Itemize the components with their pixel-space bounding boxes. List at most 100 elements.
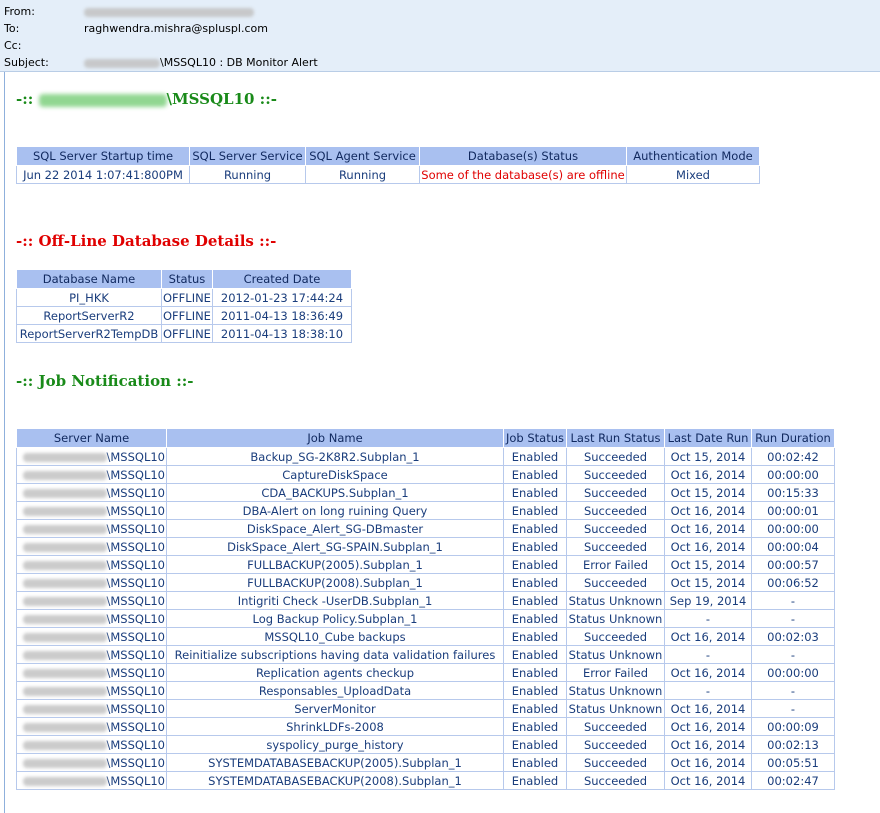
run-duration: - bbox=[751, 699, 835, 718]
subject-text: \MSSQL10 : DB Monitor Alert bbox=[160, 56, 318, 69]
server-name: \MSSQL10 bbox=[16, 717, 167, 736]
last-run-status: Succeeded bbox=[566, 483, 665, 502]
server-instance: \MSSQL10 bbox=[106, 755, 166, 770]
redacted-server-name bbox=[22, 578, 107, 588]
server-instance: \MSSQL10 bbox=[106, 647, 166, 662]
server-name: \MSSQL10 bbox=[16, 447, 167, 466]
job-name: DiskSpace_Alert_SG-SPAIN.Subplan_1 bbox=[166, 537, 504, 556]
startup-time: Jun 22 2014 1:07:41:800PM bbox=[16, 165, 190, 184]
job-name: SYSTEMDATABASEBACKUP(2005).Subplan_1 bbox=[166, 753, 504, 772]
run-duration: 00:00:04 bbox=[751, 537, 835, 556]
created-date: 2011-04-13 18:36:49 bbox=[211, 306, 352, 325]
last-run-status: Succeeded bbox=[566, 735, 665, 754]
redacted-server-name bbox=[84, 58, 160, 68]
server-name: \MSSQL10 bbox=[16, 735, 167, 754]
job-name: DBA-Alert on long ruining Query bbox=[166, 501, 504, 520]
server-instance: \MSSQL10 bbox=[106, 611, 166, 626]
job-name: syspolicy_purge_history bbox=[166, 735, 504, 754]
redacted-server-name bbox=[22, 470, 107, 480]
redacted-server-name bbox=[22, 542, 107, 552]
job-name: DiskSpace_Alert_SG-DBmaster bbox=[166, 519, 504, 538]
server-instance: \MSSQL10 bbox=[106, 593, 166, 608]
table-row: \MSSQL10 Intigriti Check -UserDB.Subplan_… bbox=[16, 591, 835, 610]
last-date-run: Oct 16, 2014 bbox=[664, 627, 752, 646]
run-duration: 00:00:00 bbox=[751, 519, 835, 538]
table-header-row: Server Name Job Name Job Status Last Run… bbox=[16, 428, 835, 448]
redacted-server-name bbox=[22, 686, 107, 696]
table-header-row: Database Name Status Created Date bbox=[16, 269, 352, 289]
server-instance: \MSSQL10 bbox=[106, 485, 166, 500]
job-heading: -:: Job Notification ::- bbox=[16, 372, 194, 390]
last-date-run: Oct 16, 2014 bbox=[664, 465, 752, 484]
redacted-server-name bbox=[22, 650, 107, 660]
job-name: CaptureDiskSpace bbox=[166, 465, 504, 484]
job-name: ServerMonitor bbox=[166, 699, 504, 718]
from-label: From: bbox=[4, 5, 35, 18]
redacted-server-name bbox=[22, 668, 107, 678]
column-header: Created Date bbox=[211, 269, 352, 289]
server-heading-instance: \MSSQL10 bbox=[166, 90, 255, 108]
column-header: Database(s) Status bbox=[419, 146, 627, 166]
server-name: \MSSQL10 bbox=[16, 591, 167, 610]
server-name: \MSSQL10 bbox=[16, 555, 167, 574]
table-row: \MSSQL10 DiskSpace_Alert_SG-SPAIN.Subplan… bbox=[16, 537, 835, 556]
server-status-table: SQL Server Startup time SQL Server Servi… bbox=[16, 146, 760, 184]
column-header: Last Run Status bbox=[566, 428, 665, 448]
redacted-server-name bbox=[38, 93, 167, 107]
redacted-server-name bbox=[22, 776, 107, 786]
last-date-run: Oct 16, 2014 bbox=[664, 537, 752, 556]
job-status: Enabled bbox=[503, 447, 567, 466]
to-address[interactable]: raghwendra.mishra@spluspl.com bbox=[84, 22, 268, 35]
table-row: \MSSQL10 Reinitialize subscriptions havin… bbox=[16, 645, 835, 664]
database-status: OFFLINE bbox=[161, 324, 213, 343]
column-header: Run Duration bbox=[751, 428, 835, 448]
last-run-status: Succeeded bbox=[566, 627, 665, 646]
server-name: \MSSQL10 bbox=[16, 771, 167, 790]
job-name: Responsables_UploadData bbox=[166, 681, 504, 700]
job-status: Enabled bbox=[503, 627, 567, 646]
column-header: SQL Agent Service bbox=[305, 146, 420, 166]
column-header: Database Name bbox=[16, 269, 162, 289]
last-run-status: Succeeded bbox=[566, 717, 665, 736]
server-name: \MSSQL10 bbox=[16, 753, 167, 772]
server-instance: \MSSQL10 bbox=[106, 557, 166, 572]
job-status: Enabled bbox=[503, 753, 567, 772]
run-duration: 00:00:01 bbox=[751, 501, 835, 520]
server-name: \MSSQL10 bbox=[16, 627, 167, 646]
database-name: PI_HKK bbox=[16, 288, 162, 307]
job-status: Enabled bbox=[503, 519, 567, 538]
job-name: Intigriti Check -UserDB.Subplan_1 bbox=[166, 591, 504, 610]
cc-row: Cc: bbox=[4, 38, 84, 53]
offline-heading: -:: Off-Line Database Details ::- bbox=[16, 232, 277, 250]
last-date-run: Oct 16, 2014 bbox=[664, 771, 752, 790]
job-status: Enabled bbox=[503, 717, 567, 736]
last-run-status: Succeeded bbox=[566, 537, 665, 556]
last-date-run: Oct 16, 2014 bbox=[664, 699, 752, 718]
run-duration: 00:06:52 bbox=[751, 573, 835, 592]
table-header-row: SQL Server Startup time SQL Server Servi… bbox=[16, 146, 760, 166]
server-instance: \MSSQL10 bbox=[106, 503, 166, 518]
last-date-run: Oct 15, 2014 bbox=[664, 555, 752, 574]
table-row: \MSSQL10 CaptureDiskSpace Enabled Succeeded… bbox=[16, 465, 835, 484]
run-duration: - bbox=[751, 609, 835, 628]
last-run-status: Error Failed bbox=[566, 663, 665, 682]
job-notification-table: Server Name Job Name Job Status Last Run… bbox=[16, 428, 835, 790]
table-row: \MSSQL10 FULLBACKUP(2005).Subplan_1 Enable… bbox=[16, 555, 835, 574]
last-date-run: Sep 19, 2014 bbox=[664, 591, 752, 610]
last-date-run: Oct 16, 2014 bbox=[664, 717, 752, 736]
table-row: \MSSQL10 MSSQL10_Cube backups Enabled Succe… bbox=[16, 627, 835, 646]
last-run-status: Succeeded bbox=[566, 501, 665, 520]
server-name: \MSSQL10 bbox=[16, 501, 167, 520]
last-date-run: - bbox=[664, 681, 752, 700]
redacted-server-name bbox=[22, 596, 107, 606]
column-header: Last Date Run bbox=[664, 428, 752, 448]
database-name: ReportServerR2 bbox=[16, 306, 162, 325]
server-instance: \MSSQL10 bbox=[106, 683, 166, 698]
created-date: 2011-04-13 18:38:10 bbox=[211, 324, 352, 343]
last-run-status: Status Unknown bbox=[566, 681, 665, 700]
server-name: \MSSQL10 bbox=[16, 609, 167, 628]
last-date-run: Oct 16, 2014 bbox=[664, 519, 752, 538]
table-row: \MSSQL10 Responsables_UploadData Enabled St… bbox=[16, 681, 835, 700]
job-status: Enabled bbox=[503, 483, 567, 502]
table-row: \MSSQL10 DiskSpace_Alert_SG-DBmaster Enabl… bbox=[16, 519, 835, 538]
